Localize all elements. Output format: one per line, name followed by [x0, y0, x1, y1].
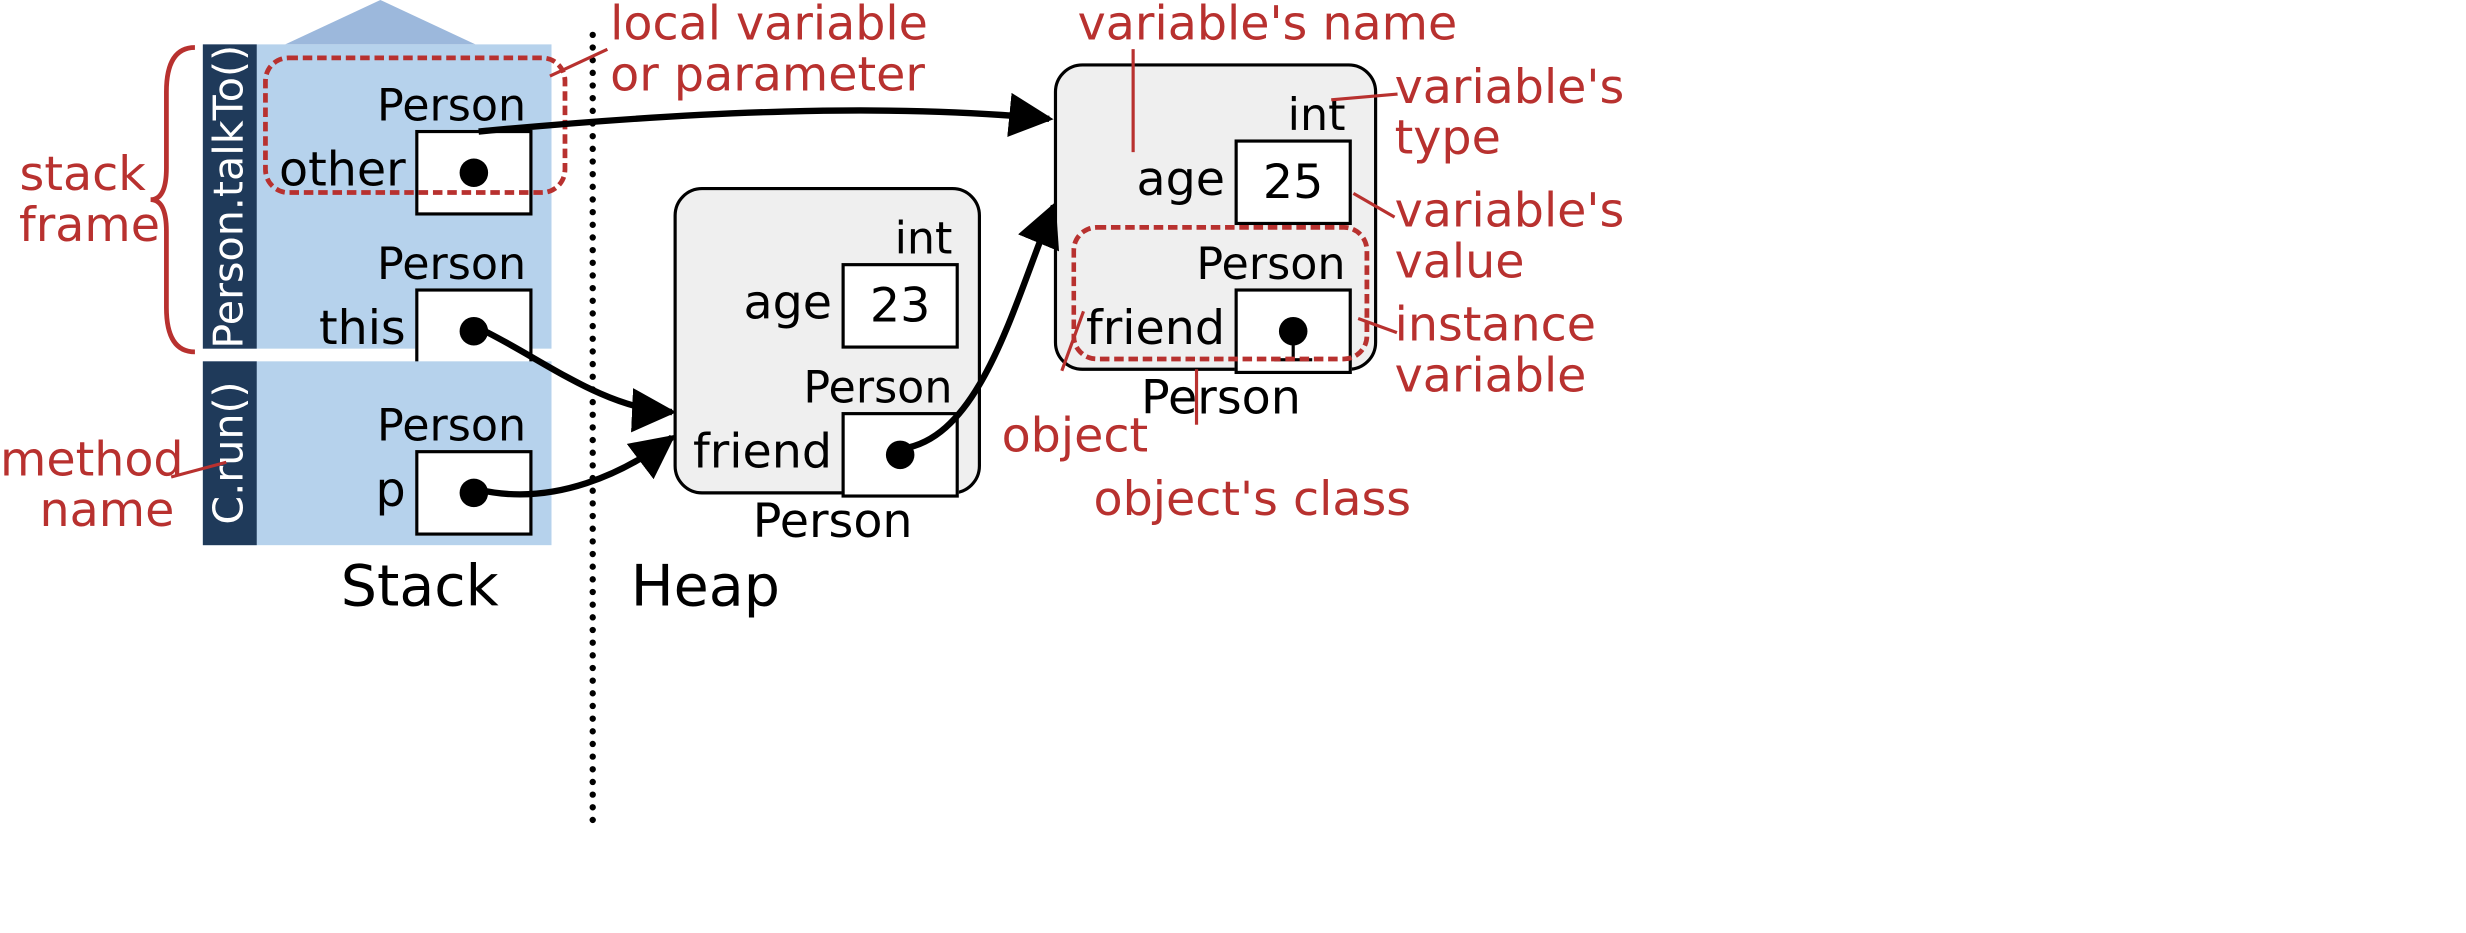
- annot-stack-frame: stack frame: [19, 151, 146, 251]
- var-name: this: [319, 301, 406, 356]
- var-name: friend: [693, 425, 832, 480]
- var-name: age: [743, 276, 832, 331]
- var-value-box: [415, 450, 532, 536]
- var-value: 25: [1263, 155, 1324, 210]
- field-friend: Person friend: [677, 412, 959, 491]
- stack-growth-arrow-icon: [285, 0, 475, 44]
- var-value-box: 23: [842, 263, 959, 349]
- var-value-box: 25: [1235, 139, 1352, 225]
- annot-var-type: variable's type: [1395, 63, 1625, 163]
- pointer-dot-icon: [460, 479, 489, 508]
- annot-var-value: variable's value: [1395, 187, 1625, 287]
- var-type: int: [1288, 89, 1346, 141]
- heap-class-label: Person: [753, 494, 913, 549]
- annot-method-name: method name: [0, 436, 174, 536]
- highlight-local-var: [263, 55, 567, 194]
- heap-class-label: Person: [1141, 371, 1301, 426]
- stack-heap-divider-icon: [590, 32, 596, 824]
- annot-local-var: local variable or parameter: [610, 0, 928, 100]
- heap-section-label: Heap: [631, 555, 780, 620]
- annot-object: object: [1002, 412, 1149, 462]
- var-name: age: [1136, 152, 1225, 207]
- annot-line: [1132, 49, 1135, 152]
- stack-frame-crun: C.run() Person p: [203, 361, 552, 545]
- stack-section-label: Stack: [341, 555, 499, 620]
- var-value-box: [842, 412, 959, 498]
- var-name: p: [376, 463, 406, 518]
- diagram-canvas: Person.talkTo() Person other Person this…: [0, 0, 2466, 932]
- var-p: Person p: [203, 450, 533, 529]
- highlight-instance-var: [1071, 225, 1369, 361]
- field-age: int age 25: [1057, 139, 1352, 218]
- annot-instance-var: instance variable: [1395, 301, 1596, 401]
- var-type: Person: [377, 399, 526, 451]
- var-this: Person this: [203, 288, 533, 367]
- annot-var-name: variable's name: [1078, 0, 1458, 50]
- field-age: int age 23: [677, 263, 959, 342]
- pointer-dot-icon: [886, 441, 915, 470]
- annot-object-class: object's class: [1094, 475, 1412, 525]
- heap-object-1: int age 23 Person friend: [674, 187, 981, 494]
- annot-line: [1195, 369, 1198, 424]
- pointer-dot-icon: [460, 317, 489, 346]
- var-type: int: [895, 212, 953, 264]
- var-type: Person: [377, 238, 526, 290]
- var-value: 23: [870, 278, 931, 333]
- var-type: Person: [803, 361, 952, 413]
